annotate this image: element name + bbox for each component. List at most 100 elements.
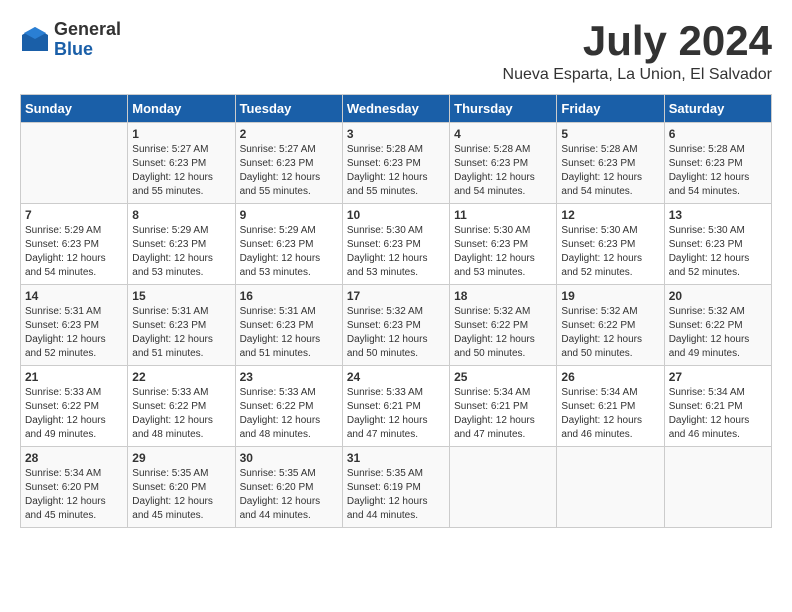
month-title: July 2024 — [503, 20, 772, 62]
cell-info: Sunrise: 5:32 AM Sunset: 6:22 PM Dayligh… — [669, 305, 767, 361]
calendar-cell: 12 Sunrise: 5:30 AM Sunset: 6:23 PM Dayli… — [557, 204, 664, 285]
cell-info: Sunrise: 5:27 AM Sunset: 6:23 PM Dayligh… — [132, 143, 230, 199]
calendar-cell: 26 Sunrise: 5:34 AM Sunset: 6:21 PM Dayli… — [557, 366, 664, 447]
day-number: 25 — [454, 370, 552, 384]
calendar-cell: 30 Sunrise: 5:35 AM Sunset: 6:20 PM Dayli… — [235, 447, 342, 528]
logo: General Blue — [20, 20, 121, 60]
calendar-cell: 31Sunrise: 5:35 AM Sunset: 6:19 PM Dayli… — [342, 447, 449, 528]
day-number: 17 — [347, 289, 445, 303]
logo-text: General Blue — [54, 20, 121, 60]
day-header-wednesday: Wednesday — [342, 95, 449, 123]
calendar-cell: 25 Sunrise: 5:34 AM Sunset: 6:21 PM Dayli… — [450, 366, 557, 447]
day-number: 28 — [25, 451, 123, 465]
logo-icon — [20, 25, 50, 55]
calendar-body: 1 Sunrise: 5:27 AM Sunset: 6:23 PM Daylig… — [21, 123, 772, 528]
cell-info: Sunrise: 5:32 AM Sunset: 6:22 PM Dayligh… — [454, 305, 552, 361]
calendar-week-row: 1 Sunrise: 5:27 AM Sunset: 6:23 PM Daylig… — [21, 123, 772, 204]
cell-info: Sunrise: 5:28 AM Sunset: 6:23 PM Dayligh… — [669, 143, 767, 199]
cell-info: Sunrise: 5:27 AM Sunset: 6:23 PM Dayligh… — [240, 143, 338, 199]
calendar-cell: 10 Sunrise: 5:30 AM Sunset: 6:23 PM Dayli… — [342, 204, 449, 285]
day-number: 12 — [561, 208, 659, 222]
calendar-cell: 20 Sunrise: 5:32 AM Sunset: 6:22 PM Dayli… — [664, 285, 771, 366]
day-header-tuesday: Tuesday — [235, 95, 342, 123]
cell-info: Sunrise: 5:35 AM Sunset: 6:20 PM Dayligh… — [132, 467, 230, 523]
calendar-week-row: 14 Sunrise: 5:31 AM Sunset: 6:23 PM Dayli… — [21, 285, 772, 366]
calendar-week-row: 28Sunrise: 5:34 AM Sunset: 6:20 PM Dayli… — [21, 447, 772, 528]
cell-info: Sunrise: 5:34 AM Sunset: 6:21 PM Dayligh… — [561, 386, 659, 442]
day-number: 14 — [25, 289, 123, 303]
day-number: 16 — [240, 289, 338, 303]
day-number: 23 — [240, 370, 338, 384]
header: General Blue July 2024 Nueva Esparta, La… — [20, 20, 772, 84]
cell-info: Sunrise: 5:35 AM Sunset: 6:20 PM Dayligh… — [240, 467, 338, 523]
cell-info: Sunrise: 5:34 AM Sunset: 6:21 PM Dayligh… — [669, 386, 767, 442]
cell-info: Sunrise: 5:29 AM Sunset: 6:23 PM Dayligh… — [240, 224, 338, 280]
logo-blue-text: Blue — [54, 40, 121, 60]
cell-info: Sunrise: 5:32 AM Sunset: 6:23 PM Dayligh… — [347, 305, 445, 361]
cell-info: Sunrise: 5:28 AM Sunset: 6:23 PM Dayligh… — [347, 143, 445, 199]
calendar-cell: 4 Sunrise: 5:28 AM Sunset: 6:23 PM Daylig… — [450, 123, 557, 204]
logo-general-text: General — [54, 20, 121, 40]
day-header-friday: Friday — [557, 95, 664, 123]
calendar-cell: 28Sunrise: 5:34 AM Sunset: 6:20 PM Dayli… — [21, 447, 128, 528]
cell-info: Sunrise: 5:33 AM Sunset: 6:22 PM Dayligh… — [25, 386, 123, 442]
calendar-cell: 11 Sunrise: 5:30 AM Sunset: 6:23 PM Dayli… — [450, 204, 557, 285]
calendar-cell: 21Sunrise: 5:33 AM Sunset: 6:22 PM Dayli… — [21, 366, 128, 447]
day-header-thursday: Thursday — [450, 95, 557, 123]
calendar-cell: 1 Sunrise: 5:27 AM Sunset: 6:23 PM Daylig… — [128, 123, 235, 204]
calendar-cell — [450, 447, 557, 528]
day-number: 15 — [132, 289, 230, 303]
cell-info: Sunrise: 5:30 AM Sunset: 6:23 PM Dayligh… — [454, 224, 552, 280]
calendar-cell: 14 Sunrise: 5:31 AM Sunset: 6:23 PM Dayli… — [21, 285, 128, 366]
day-number: 9 — [240, 208, 338, 222]
calendar-cell: 15Sunrise: 5:31 AM Sunset: 6:23 PM Dayli… — [128, 285, 235, 366]
day-number: 29 — [132, 451, 230, 465]
day-number: 11 — [454, 208, 552, 222]
cell-info: Sunrise: 5:33 AM Sunset: 6:21 PM Dayligh… — [347, 386, 445, 442]
day-number: 30 — [240, 451, 338, 465]
calendar-week-row: 21Sunrise: 5:33 AM Sunset: 6:22 PM Dayli… — [21, 366, 772, 447]
day-header-sunday: Sunday — [21, 95, 128, 123]
cell-info: Sunrise: 5:31 AM Sunset: 6:23 PM Dayligh… — [240, 305, 338, 361]
cell-info: Sunrise: 5:28 AM Sunset: 6:23 PM Dayligh… — [454, 143, 552, 199]
day-number: 24 — [347, 370, 445, 384]
day-number: 6 — [669, 127, 767, 141]
calendar-cell: 7Sunrise: 5:29 AM Sunset: 6:23 PM Daylig… — [21, 204, 128, 285]
calendar-cell: 2 Sunrise: 5:27 AM Sunset: 6:23 PM Daylig… — [235, 123, 342, 204]
calendar-cell — [21, 123, 128, 204]
calendar-cell: 22Sunrise: 5:33 AM Sunset: 6:22 PM Dayli… — [128, 366, 235, 447]
calendar-table: SundayMondayTuesdayWednesdayThursdayFrid… — [20, 94, 772, 528]
calendar-cell: 18Sunrise: 5:32 AM Sunset: 6:22 PM Dayli… — [450, 285, 557, 366]
day-number: 26 — [561, 370, 659, 384]
day-number: 22 — [132, 370, 230, 384]
cell-info: Sunrise: 5:29 AM Sunset: 6:23 PM Dayligh… — [132, 224, 230, 280]
calendar-cell: 9 Sunrise: 5:29 AM Sunset: 6:23 PM Daylig… — [235, 204, 342, 285]
cell-info: Sunrise: 5:34 AM Sunset: 6:21 PM Dayligh… — [454, 386, 552, 442]
day-number: 1 — [132, 127, 230, 141]
cell-info: Sunrise: 5:30 AM Sunset: 6:23 PM Dayligh… — [347, 224, 445, 280]
day-number: 4 — [454, 127, 552, 141]
calendar-cell: 29 Sunrise: 5:35 AM Sunset: 6:20 PM Dayli… — [128, 447, 235, 528]
day-number: 5 — [561, 127, 659, 141]
cell-info: Sunrise: 5:31 AM Sunset: 6:23 PM Dayligh… — [25, 305, 123, 361]
calendar-cell: 24 Sunrise: 5:33 AM Sunset: 6:21 PM Dayli… — [342, 366, 449, 447]
day-number: 8 — [132, 208, 230, 222]
cell-info: Sunrise: 5:32 AM Sunset: 6:22 PM Dayligh… — [561, 305, 659, 361]
day-header-monday: Monday — [128, 95, 235, 123]
calendar-week-row: 7 Sunrise: 5:29 AM Sunset: 6:23 PM Daylig… — [21, 204, 772, 285]
calendar-cell: 3Sunrise: 5:28 AM Sunset: 6:23 PM Daylig… — [342, 123, 449, 204]
day-number: 20 — [669, 289, 767, 303]
calendar-cell: 19Sunrise: 5:32 AM Sunset: 6:22 PM Dayli… — [557, 285, 664, 366]
calendar-cell: 5Sunrise: 5:28 AM Sunset: 6:23 PM Daylig… — [557, 123, 664, 204]
title-area: July 2024 Nueva Esparta, La Union, El Sa… — [503, 20, 772, 84]
day-number: 7 — [25, 208, 123, 222]
day-number: 10 — [347, 208, 445, 222]
day-number: 2 — [240, 127, 338, 141]
cell-info: Sunrise: 5:30 AM Sunset: 6:23 PM Dayligh… — [561, 224, 659, 280]
calendar-header-row: SundayMondayTuesdayWednesdayThursdayFrid… — [21, 95, 772, 123]
day-header-saturday: Saturday — [664, 95, 771, 123]
calendar-cell: 17 Sunrise: 5:32 AM Sunset: 6:23 PM Dayli… — [342, 285, 449, 366]
day-number: 31 — [347, 451, 445, 465]
calendar-cell: 8 Sunrise: 5:29 AM Sunset: 6:23 PM Daylig… — [128, 204, 235, 285]
day-number: 13 — [669, 208, 767, 222]
